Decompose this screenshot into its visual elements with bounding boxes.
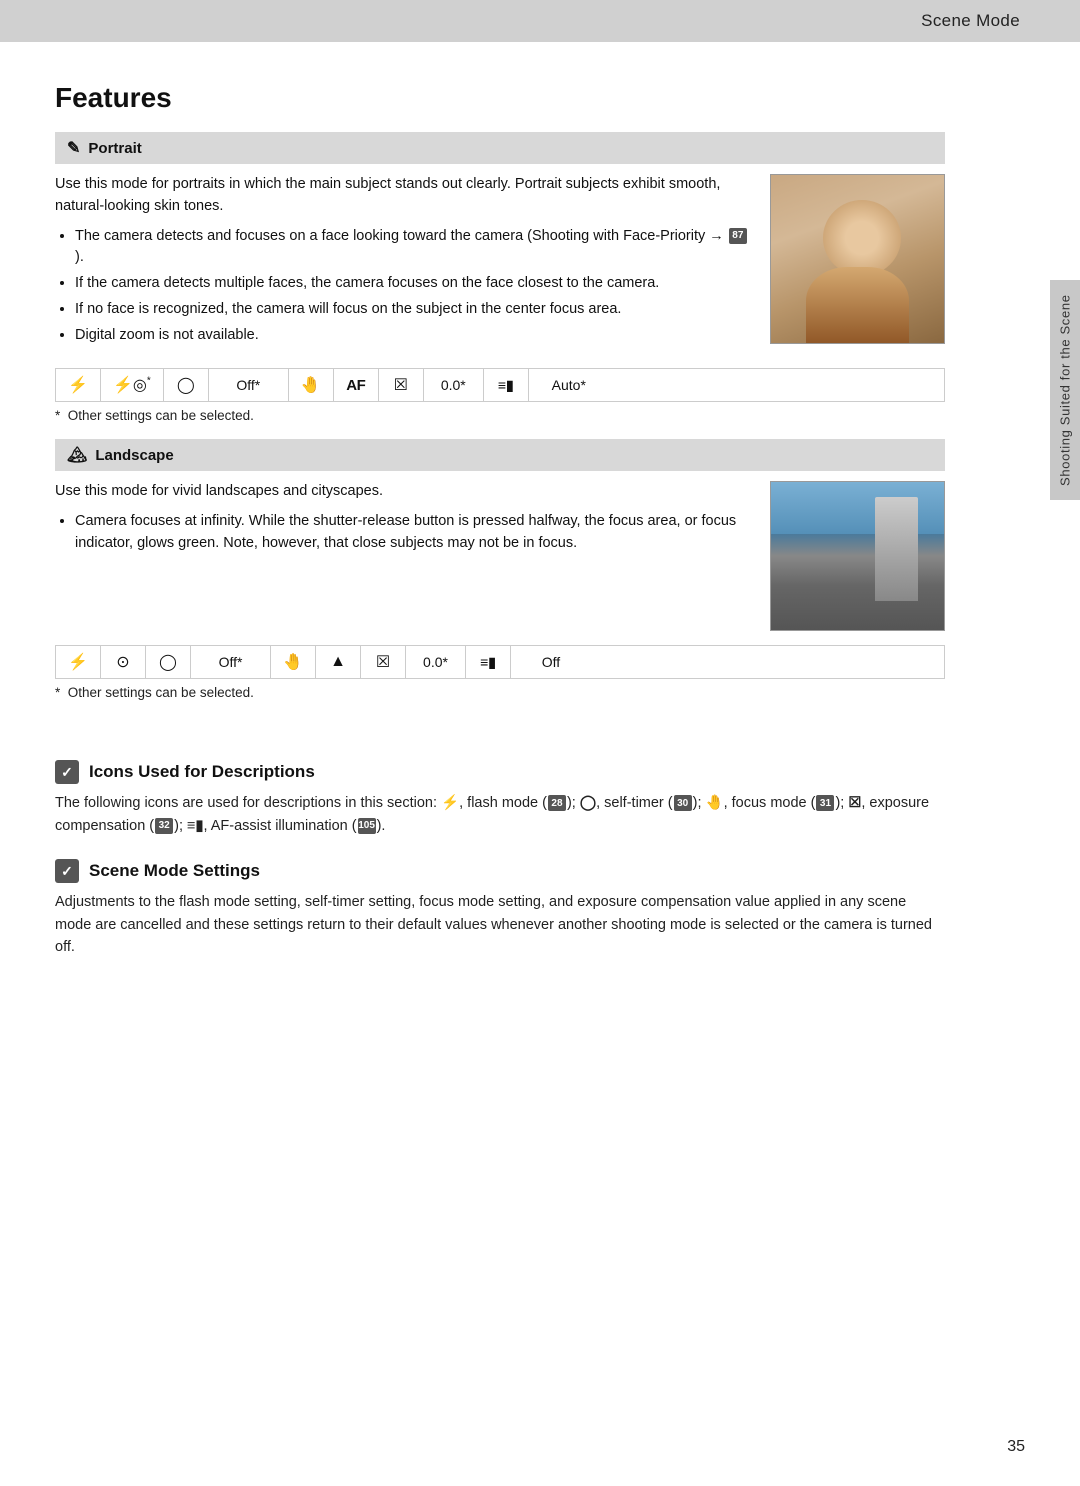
ls-cell-off: Off*: [191, 646, 271, 678]
settings-cell-ev: 0.0*: [424, 369, 484, 401]
ls-off-label-2: Off: [542, 654, 560, 670]
landscape-settings-row: ⚡ ⊙ ◯ Off* 🤚 ▲ ☒ 0.0* ≡: [55, 645, 945, 679]
portrait-photo-simulation: [771, 175, 944, 343]
icons-note-block: ✓ Icons Used for Descriptions The follow…: [55, 760, 945, 837]
landscape-footnote: * Other settings can be selected.: [55, 685, 945, 700]
ls-cell-timer: ◯: [146, 646, 191, 678]
ref-105: 105: [358, 818, 376, 834]
landscape-label: Landscape: [95, 447, 173, 464]
page-container: Scene Mode Shooting Suited for the Scene…: [0, 0, 1080, 1486]
portrait-bullet-4: Digital zoom is not available.: [75, 325, 750, 347]
portrait-bullet-1: The camera detects and focuses on a face…: [75, 226, 750, 270]
landscape-bullet-1: Camera focuses at infinity. While the sh…: [75, 511, 750, 555]
settings-cell-timer: ◯: [164, 369, 209, 401]
note-icon-scene-mode: ✓: [55, 859, 79, 883]
landscape-description: Use this mode for vivid landscapes and c…: [55, 481, 750, 503]
right-tab: Shooting Suited for the Scene: [1050, 280, 1080, 500]
ls-ev-value: 0.0*: [423, 654, 448, 670]
settings-cell-af: AF: [334, 369, 379, 401]
settings-cell-macro: ⚡◎*: [101, 369, 164, 401]
icons-note-text: The following icons are used for descrip…: [55, 792, 945, 837]
auto-label: Auto*: [552, 377, 586, 393]
ls-off-label: Off*: [219, 654, 243, 670]
portrait-label: Portrait: [88, 140, 141, 157]
features-heading: Features: [55, 82, 945, 114]
portrait-footnote: * Other settings can be selected.: [55, 408, 945, 423]
ls-cell-ei: ≡▮: [466, 646, 511, 678]
af-label: AF: [346, 377, 365, 394]
ls-cell-ev: 0.0*: [406, 646, 466, 678]
page-title: Scene Mode: [921, 11, 1020, 31]
settings-cell-flash: ⚡: [56, 369, 101, 401]
ls-cell-circle: ⊙: [101, 646, 146, 678]
note-icon-descriptions: ✓: [55, 760, 79, 784]
landscape-photo-simulation: [771, 482, 944, 630]
landscape-section-header: 🏔 Landscape: [55, 439, 945, 471]
portrait-section-header: ✎ Portrait: [55, 132, 945, 164]
ls-focus-symbol: 🤚: [283, 652, 303, 672]
page-number: 35: [1007, 1438, 1025, 1456]
ref-32: 32: [155, 818, 173, 834]
landscape-image: [770, 481, 945, 631]
ei-symbol: ≡▮: [498, 377, 514, 394]
portrait-settings-row: ⚡ ⚡◎* ◯ Off* 🤚 AF ☒ 0.0*: [55, 368, 945, 402]
right-tab-label: Shooting Suited for the Scene: [1058, 294, 1073, 486]
scene-mode-note-block: ✓ Scene Mode Settings Adjustments to the…: [55, 859, 945, 958]
ls-timer-symbol: ◯: [159, 652, 177, 672]
ls-circle-symbol: ⊙: [116, 652, 129, 672]
landscape-section: Use this mode for vivid landscapes and c…: [55, 481, 945, 631]
focus-symbol: 🤚: [301, 375, 321, 395]
ls-ei-symbol: ≡▮: [480, 654, 496, 671]
ls-cell-flash: ⚡: [56, 646, 101, 678]
scene-mode-note-title: Scene Mode Settings: [89, 861, 260, 881]
scene-mode-note-text: Adjustments to the flash mode setting, s…: [55, 891, 945, 958]
ref-87: 87: [729, 228, 747, 244]
portrait-image: [770, 174, 945, 344]
timer-symbol: ◯: [177, 375, 195, 395]
portrait-bullets: The camera detects and focuses on a face…: [75, 226, 750, 347]
ref-28: 28: [548, 795, 566, 811]
portrait-bullet-3: If no face is recognized, the camera wil…: [75, 299, 750, 321]
landscape-bullets: Camera focuses at infinity. While the sh…: [75, 511, 750, 555]
top-bar: Scene Mode: [0, 0, 1080, 42]
ls-mountain-symbol: ▲: [330, 653, 346, 671]
settings-cell-auto: Auto*: [529, 369, 609, 401]
ref-31: 31: [816, 795, 834, 811]
flash-symbol: ⚡: [68, 375, 88, 395]
portrait-section: Use this mode for portraits in which the…: [55, 174, 945, 354]
portrait-bullet-2: If the camera detects multiple faces, th…: [75, 273, 750, 295]
icons-note-title: Icons Used for Descriptions: [89, 762, 315, 782]
ls-cell-focus: 🤚: [271, 646, 316, 678]
ev-value: 0.0*: [441, 377, 466, 393]
ls-exp-symbol: ☒: [376, 652, 390, 672]
macro-symbol: ⚡◎*: [113, 375, 151, 395]
landscape-text: Use this mode for vivid landscapes and c…: [55, 481, 750, 631]
settings-cell-off1: Off*: [209, 369, 289, 401]
portrait-description: Use this mode for portraits in which the…: [55, 174, 750, 218]
landscape-icon: 🏔: [67, 445, 87, 465]
ref-30: 30: [674, 795, 692, 811]
notes-section: ✓ Icons Used for Descriptions The follow…: [55, 760, 945, 958]
exp-symbol: ☒: [394, 375, 408, 395]
settings-cell-ei: ≡▮: [484, 369, 529, 401]
portrait-text: Use this mode for portraits in which the…: [55, 174, 750, 354]
settings-cell-exp: ☒: [379, 369, 424, 401]
ls-cell-mountain: ▲: [316, 646, 361, 678]
ls-cell-off2: Off: [511, 646, 591, 678]
portrait-icon: ✎: [67, 138, 80, 158]
ls-flash-symbol: ⚡: [68, 652, 88, 672]
settings-cell-focus: 🤚: [289, 369, 334, 401]
scene-mode-note-heading: ✓ Scene Mode Settings: [55, 859, 945, 883]
ls-cell-exp: ☒: [361, 646, 406, 678]
icons-note-heading: ✓ Icons Used for Descriptions: [55, 760, 945, 784]
main-content: Features ✎ Portrait Use this mode for po…: [0, 42, 1000, 1041]
off-label-1: Off*: [236, 377, 260, 393]
